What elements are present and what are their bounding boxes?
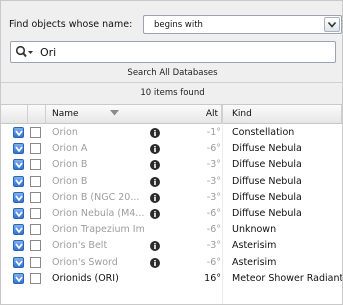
header-checkbox-column-2 [28,105,46,123]
row-select-checkbox[interactable] [30,224,41,236]
row-kind: Diffuse Nebula [232,143,302,155]
table-row[interactable]: Orion B -3° Diffuse Nebula [1,174,342,190]
row-name: Orion A [52,143,88,155]
table-row[interactable]: Orion A -6° Diffuse Nebula [1,141,342,157]
info-icon[interactable] [150,241,160,252]
divider [1,82,343,83]
info-icon[interactable] [150,192,160,203]
row-disclosure-checkbox[interactable] [13,191,24,203]
row-kind: Asterisim [232,240,277,252]
row-kind: Diffuse Nebula [232,208,302,219]
row-altitude: -6° [206,143,221,155]
table-row[interactable]: Orion B (NGC 20... -3° Diffuse Nebula [1,190,342,206]
chevron-down-icon[interactable] [324,17,340,32]
row-altitude: -6° [206,224,221,236]
row-kind: Diffuse Nebula [232,159,302,171]
row-disclosure-checkbox[interactable] [13,208,24,219]
results-table: Name Alt Kind Orion -1° Constellation Orion… [1,104,342,304]
info-icon[interactable] [150,128,160,138]
table-row[interactable]: Orion's Sword -6° Asterisim [1,255,342,271]
row-altitude: -3° [206,159,221,171]
row-name: Orionids (ORI) [52,272,119,284]
row-select-checkbox[interactable] [30,175,41,187]
row-select-checkbox[interactable] [30,159,41,171]
match-mode-select[interactable]: begins with [143,15,342,34]
table-row[interactable]: Orion B -3° Diffuse Nebula [1,157,342,173]
row-altitude: 16° [204,272,221,284]
row-kind: Constellation [232,127,295,138]
row-name: Orion B (NGC 20... [52,191,140,203]
row-select-checkbox[interactable] [30,143,41,155]
row-select-checkbox[interactable] [30,272,41,284]
row-name: Orion B [52,175,88,187]
info-icon[interactable] [150,257,160,268]
search-all-databases-link[interactable]: Search All Databases [1,68,343,78]
table-row[interactable]: Orionids (ORI) 16° Meteor Shower Radiant [1,271,342,287]
items-found-status: 10 items found [140,88,205,98]
search-icon[interactable] [15,45,35,59]
row-disclosure-checkbox[interactable] [13,240,24,252]
row-kind: Diffuse Nebula [232,175,302,187]
header-kind-label: Kind [232,109,252,119]
row-disclosure-checkbox[interactable] [13,256,24,268]
find-label: Find objects whose name: [9,19,133,30]
header-name-label: Name [52,109,79,119]
row-altitude: -3° [206,191,221,203]
info-icon[interactable] [150,160,160,171]
header-alt[interactable]: Alt [182,105,222,123]
row-select-checkbox[interactable] [30,127,41,138]
row-disclosure-checkbox[interactable] [13,224,24,236]
row-disclosure-checkbox[interactable] [13,175,24,187]
row-name: Orion [52,127,78,138]
row-altitude: -1° [206,127,221,138]
row-kind: Unknown [232,224,277,236]
row-disclosure-checkbox[interactable] [13,159,24,171]
row-kind: Meteor Shower Radiant [232,272,342,284]
row-disclosure-checkbox[interactable] [13,272,24,284]
row-select-checkbox[interactable] [30,240,41,252]
find-row: Find objects whose name: begins with [9,15,342,35]
header-alt-label: Alt [205,109,218,119]
row-name: Orion B [52,159,88,171]
row-altitude: -6° [206,208,221,219]
row-select-checkbox[interactable] [30,191,41,203]
row-name: Orion Trapezium Im... [52,224,144,236]
row-disclosure-checkbox[interactable] [13,127,24,138]
match-mode-value: begins with [154,20,203,30]
table-row[interactable]: Orion -1° Constellation [1,125,342,141]
table-row[interactable]: Orion Trapezium Im... -6° Unknown [1,222,342,238]
row-kind: Asterisim [232,256,277,268]
header-kind[interactable]: Kind [222,105,342,123]
row-name: Orion Nebula (M4... [52,208,144,219]
row-kind: Diffuse Nebula [232,191,302,203]
search-value: Ori [40,46,57,59]
search-input[interactable]: Ori [10,41,336,63]
row-select-checkbox[interactable] [30,256,41,268]
info-icon[interactable] [150,209,160,219]
row-select-checkbox[interactable] [30,208,41,219]
header-checkbox-column [1,105,28,123]
table-row[interactable]: Orion's Belt -3° Asterisim [1,238,342,254]
row-name: Orion's Sword [52,256,118,268]
table-row[interactable]: Orion Nebula (M4... -6° Diffuse Nebula [1,206,342,222]
sort-indicator-icon [110,110,119,116]
row-altitude: -3° [206,240,221,252]
row-altitude: -3° [206,175,221,187]
table-header: Name Alt Kind [1,105,342,124]
info-icon[interactable] [150,144,160,155]
info-icon[interactable] [150,176,160,187]
row-disclosure-checkbox[interactable] [13,143,24,155]
row-name: Orion's Belt [52,240,108,252]
row-altitude: -6° [206,256,221,268]
